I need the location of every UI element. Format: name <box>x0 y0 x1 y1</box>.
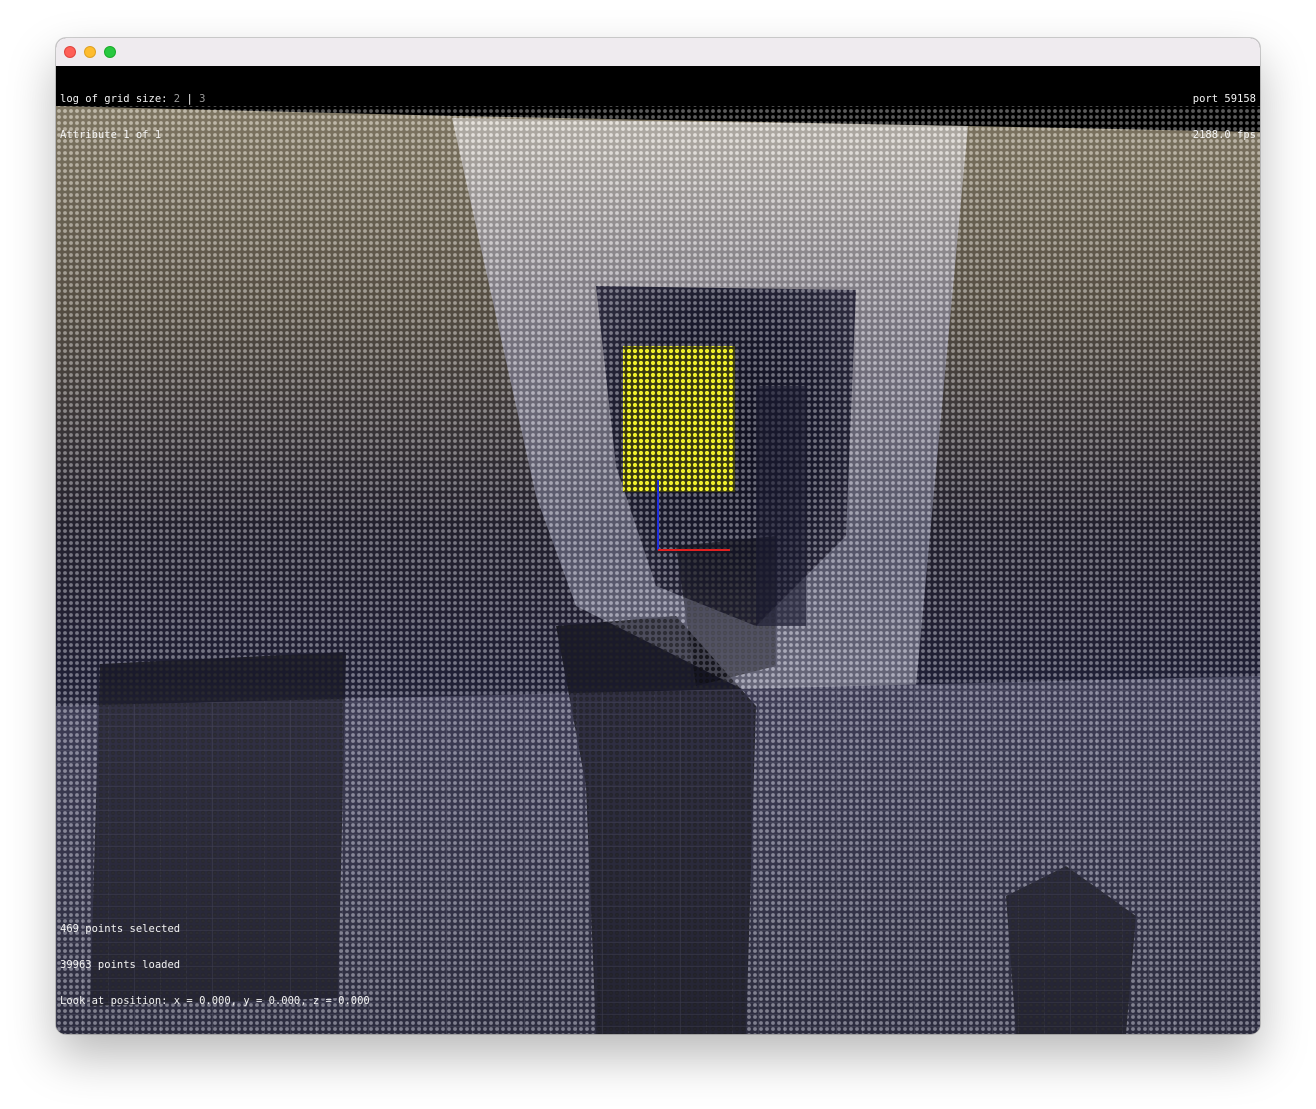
close-icon[interactable] <box>64 46 76 58</box>
minimize-icon[interactable] <box>84 46 96 58</box>
point-cloud-scene[interactable] <box>56 66 1260 1034</box>
title-bar[interactable] <box>56 38 1260 67</box>
point-cloud-viewport[interactable]: log of grid size: 2 | 3 Attribute 1 of 1… <box>56 66 1260 1034</box>
selected-points[interactable] <box>623 346 735 492</box>
grid-size-row: log of grid size: 2 | 3 <box>60 93 205 105</box>
hud-top-left: log of grid size: 2 | 3 Attribute 1 of 1 <box>60 69 205 165</box>
maximize-icon[interactable] <box>104 46 116 58</box>
hud-bottom-left: 469 points selected 39963 points loaded … <box>60 899 370 1031</box>
app-window: log of grid size: 2 | 3 Attribute 1 of 1… <box>56 38 1260 1034</box>
grid-size-separator: | <box>186 93 193 105</box>
fps-readout: 2188.0 fps <box>1192 129 1256 141</box>
tunnel-door <box>756 386 806 626</box>
grid-size-current: 2 <box>173 93 181 105</box>
points-selected-readout: 469 points selected <box>60 923 181 935</box>
grid-size-next: 3 <box>199 93 206 105</box>
port-readout: port 59158 <box>1192 93 1256 105</box>
attribute-readout: Attribute 1 of 1 <box>60 129 162 141</box>
look-at-readout: Look-at position: x = 0.000, y = 0.000, … <box>60 995 370 1007</box>
grid-size-label: log of grid size: <box>60 93 168 105</box>
points-loaded-readout: 39963 points loaded <box>60 959 181 971</box>
hud-top-right: port 59158 2188.0 fps <box>1193 69 1256 165</box>
